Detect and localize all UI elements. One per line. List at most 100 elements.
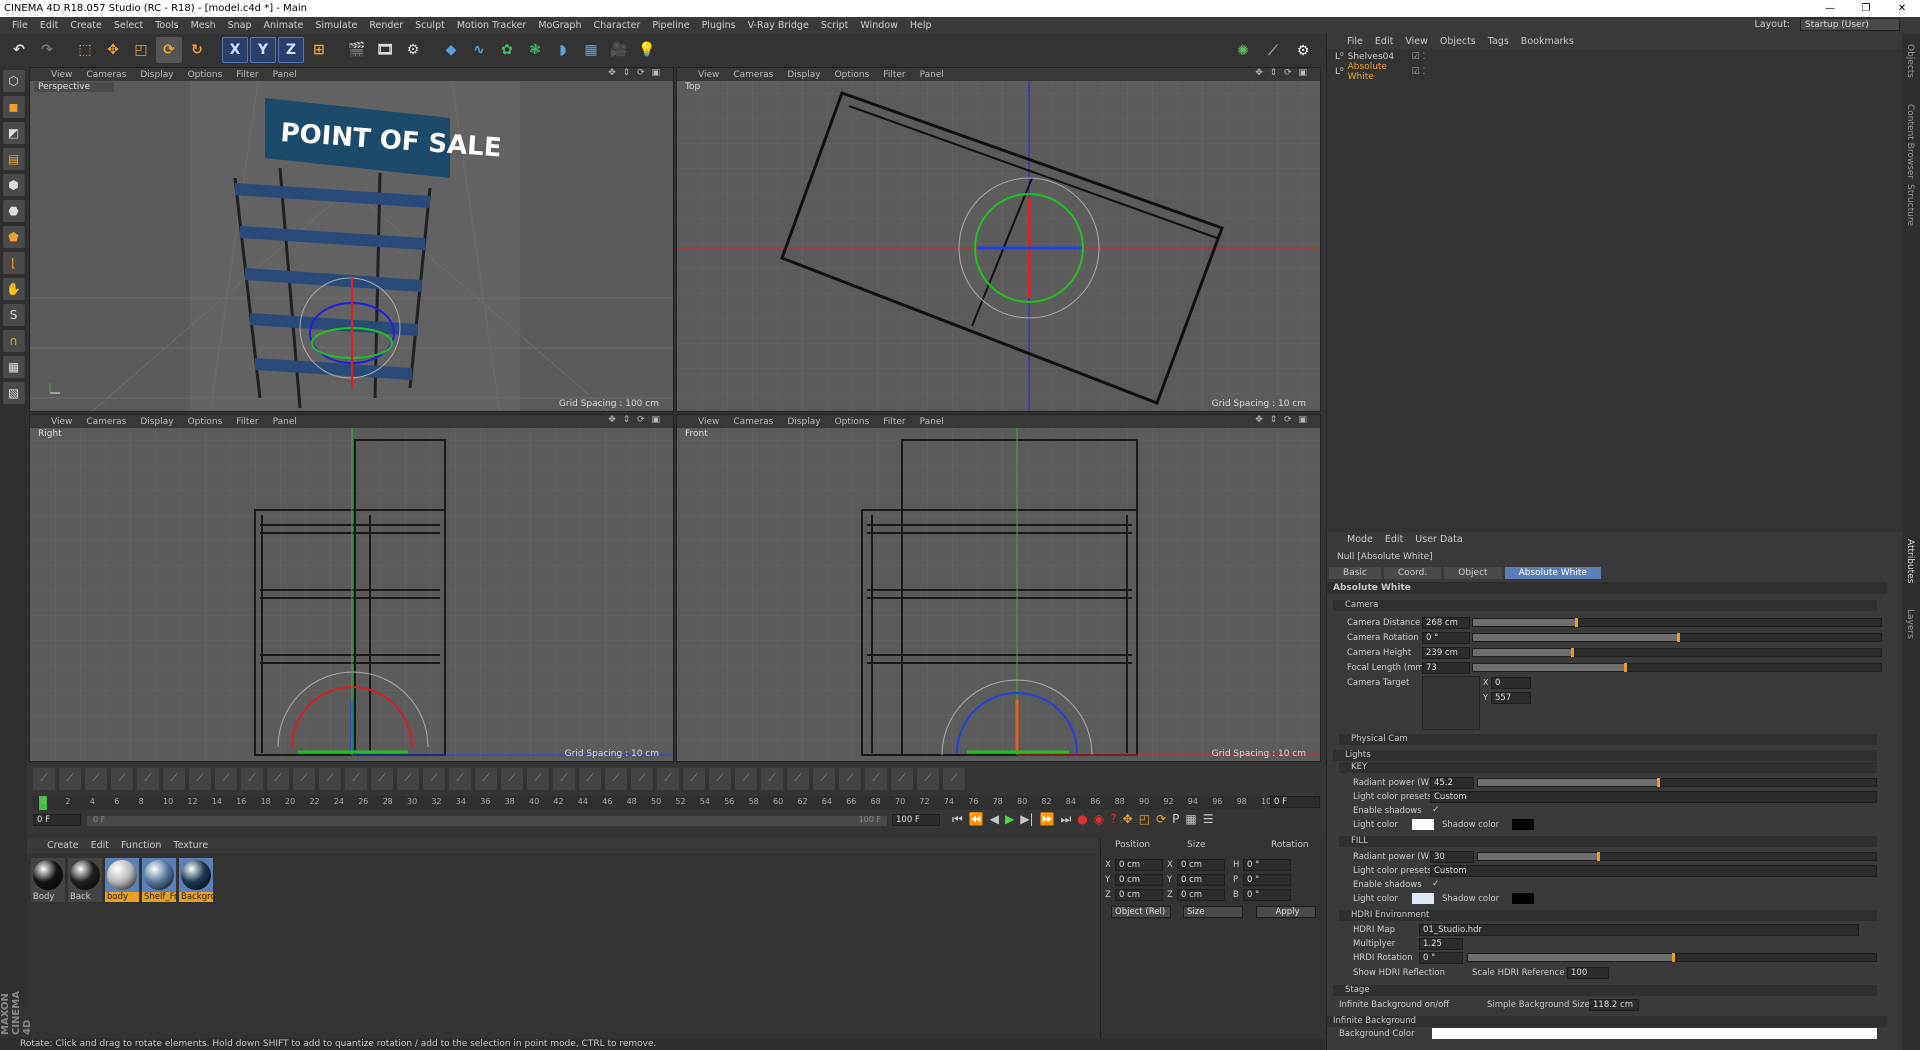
viewport-menu-panel[interactable]: Panel [266, 417, 304, 427]
hdri-multiplyer-field[interactable]: 1.25 [1419, 938, 1463, 950]
section-stage[interactable]: Stage [1333, 985, 1877, 996]
viewport-menu-options[interactable]: Options [181, 417, 230, 427]
menu-pipeline[interactable]: Pipeline [646, 20, 695, 31]
menu-sculpt[interactable]: Sculpt [409, 20, 451, 31]
fill-radiant-power-field[interactable]: 30 [1430, 851, 1474, 863]
viewport-menu-view[interactable]: View [44, 70, 79, 80]
rotation-key-icon[interactable]: ⟳ [1156, 812, 1166, 827]
material-menu-create[interactable]: Create [41, 840, 85, 851]
keyframe-selection-icon[interactable]: ? [1110, 812, 1116, 827]
anim-tool-icon[interactable]: ⟋ [735, 768, 757, 790]
material-preview[interactable] [107, 860, 137, 890]
attribute-menu-mode[interactable]: Mode [1341, 534, 1379, 545]
next-frame-icon[interactable]: ▶| [1020, 812, 1033, 827]
coord-p-field[interactable]: 0 cm [1115, 859, 1163, 871]
viewport-menu-filter[interactable]: Filter [876, 417, 912, 427]
side-tab-structure[interactable]: Structure [1905, 184, 1915, 226]
record-icon[interactable]: ● [1077, 812, 1087, 827]
workplane-mode-icon[interactable]: ▤ [2, 148, 25, 170]
frame-range-slider[interactable]: 0 F 100 F [87, 815, 887, 826]
menu-simulate[interactable]: Simulate [309, 20, 363, 31]
viewport-nav-icons[interactable]: ✥ ⇕ ⟳ ▣ [601, 415, 669, 425]
visibility-check-icon[interactable]: ☑ ⁚ [1412, 67, 1426, 77]
viewport-menu-filter[interactable]: Filter [876, 70, 912, 80]
menu-window[interactable]: Window [854, 20, 903, 31]
viewport-menu-display[interactable]: Display [133, 70, 180, 80]
viewport-nav-icons[interactable]: ✥ ⇕ ⟳ ▣ [1248, 415, 1316, 425]
render-view-icon[interactable]: 🎬 [344, 37, 370, 63]
material-name[interactable]: Body [31, 892, 65, 902]
material-name[interactable]: body [105, 892, 139, 902]
anim-tool-icon[interactable]: ⟋ [85, 768, 107, 790]
menu-edit[interactable]: Edit [34, 20, 64, 31]
material-preview[interactable] [70, 860, 100, 890]
coord-p-field[interactable]: 0 cm [1115, 889, 1163, 901]
anim-tool-icon[interactable]: ⟋ [527, 768, 549, 790]
camera-distance-field[interactable]: 268 cm [1422, 617, 1470, 629]
object-menu-objects[interactable]: Objects [1434, 36, 1482, 47]
start-frame-field[interactable]: 0 F [33, 814, 81, 826]
viewport-menu-cameras[interactable]: Cameras [726, 70, 780, 80]
workplane-icon[interactable]: ⟋ [1260, 38, 1286, 64]
goto-start-icon[interactable]: ⏮ [952, 812, 963, 827]
viewport-menu-options[interactable]: Options [181, 70, 230, 80]
viewport-menu-display[interactable]: Display [780, 417, 827, 427]
menu-render[interactable]: Render [363, 20, 409, 31]
viewport-right[interactable]: View Cameras Display Options Filter Panel ✥ ⇕ … [29, 414, 674, 762]
key-light-color-swatch[interactable] [1412, 819, 1434, 830]
material-slot[interactable]: Backgro [179, 858, 216, 902]
anim-tool-icon[interactable]: ⟋ [813, 768, 835, 790]
focal-length-slider-knob[interactable] [1623, 663, 1627, 672]
material-slot[interactable]: body [105, 858, 139, 902]
section-lights[interactable]: Lights [1333, 750, 1877, 761]
anim-tool-icon[interactable]: ⟋ [787, 768, 809, 790]
viewport-menu-options[interactable]: Options [828, 70, 877, 80]
play-icon[interactable]: ▶ [1005, 812, 1014, 827]
material-menu-function[interactable]: Function [115, 840, 167, 851]
menu-select[interactable]: Select [108, 20, 149, 31]
fill-radiant-power-slider-knob[interactable] [1597, 852, 1601, 861]
menu-script[interactable]: Script [815, 20, 855, 31]
viewport-menu-options[interactable]: Options [828, 417, 877, 427]
object-menu-file[interactable]: File [1341, 36, 1369, 47]
pla-key-icon[interactable]: ▦ [1185, 812, 1196, 827]
autokey-icon[interactable]: ◉ [1094, 812, 1104, 827]
anim-tool-icon[interactable]: ⟋ [449, 768, 471, 790]
axis-mode-icon[interactable]: ⌊ [2, 252, 25, 274]
material-preview[interactable] [144, 860, 174, 890]
focal-length-field[interactable]: 73 [1422, 662, 1470, 674]
anim-tool-icon[interactable]: ⟋ [709, 768, 731, 790]
viewport-front[interactable]: View Cameras Display Options Filter Panel ✥ ⇕ … [676, 414, 1321, 762]
anim-tool-icon[interactable]: ⟋ [423, 768, 445, 790]
anim-tool-icon[interactable]: ⟋ [345, 768, 367, 790]
viewport-menu-filter[interactable]: Filter [229, 417, 265, 427]
viewport-menu-view[interactable]: View [691, 70, 726, 80]
anim-tool-icon[interactable]: ⟋ [163, 768, 185, 790]
fill-light-color-swatch[interactable] [1412, 893, 1434, 904]
hdri-rotation-slider-knob[interactable] [1672, 953, 1675, 962]
coords-mode-dropdown[interactable]: Object (Rel) [1111, 906, 1171, 918]
make-editable-icon[interactable]: ⬡ [2, 70, 25, 92]
end-frame-field[interactable]: 100 F [892, 814, 940, 826]
model-mode-icon[interactable]: ◼ [2, 96, 25, 118]
anim-tool-icon[interactable]: ⟋ [33, 768, 55, 790]
array-icon[interactable]: ❃ [522, 37, 548, 63]
anim-tool-icon[interactable]: ⟋ [631, 768, 653, 790]
floor-icon[interactable]: ▦ [578, 37, 604, 63]
redo-icon[interactable]: ↷ [34, 37, 60, 63]
snapping-icon[interactable]: S [2, 304, 25, 326]
key-light-presets-field[interactable]: Custom [1430, 791, 1877, 803]
spline-pen-icon[interactable]: ∿ [466, 37, 492, 63]
position-key-icon[interactable]: ✥ [1123, 812, 1133, 827]
anim-tool-icon[interactable]: ⟋ [501, 768, 523, 790]
timeline-menu-icon[interactable]: ☰ [1203, 812, 1214, 827]
fill-shadows-checkbox[interactable]: ✓ [1432, 879, 1440, 889]
param-key-icon[interactable]: P [1172, 812, 1179, 827]
object-menu-edit[interactable]: Edit [1369, 36, 1399, 47]
layout-dropdown[interactable]: Startup (User) [1800, 18, 1900, 31]
menu-snap[interactable]: Snap [222, 20, 258, 31]
section-physical-cam[interactable]: Physical Cam [1339, 734, 1877, 745]
coord-s-field[interactable]: 0 cm [1177, 889, 1225, 901]
side-tab-attributes[interactable]: Attributes [1905, 539, 1915, 583]
viewport-menu-view[interactable]: View [691, 417, 726, 427]
